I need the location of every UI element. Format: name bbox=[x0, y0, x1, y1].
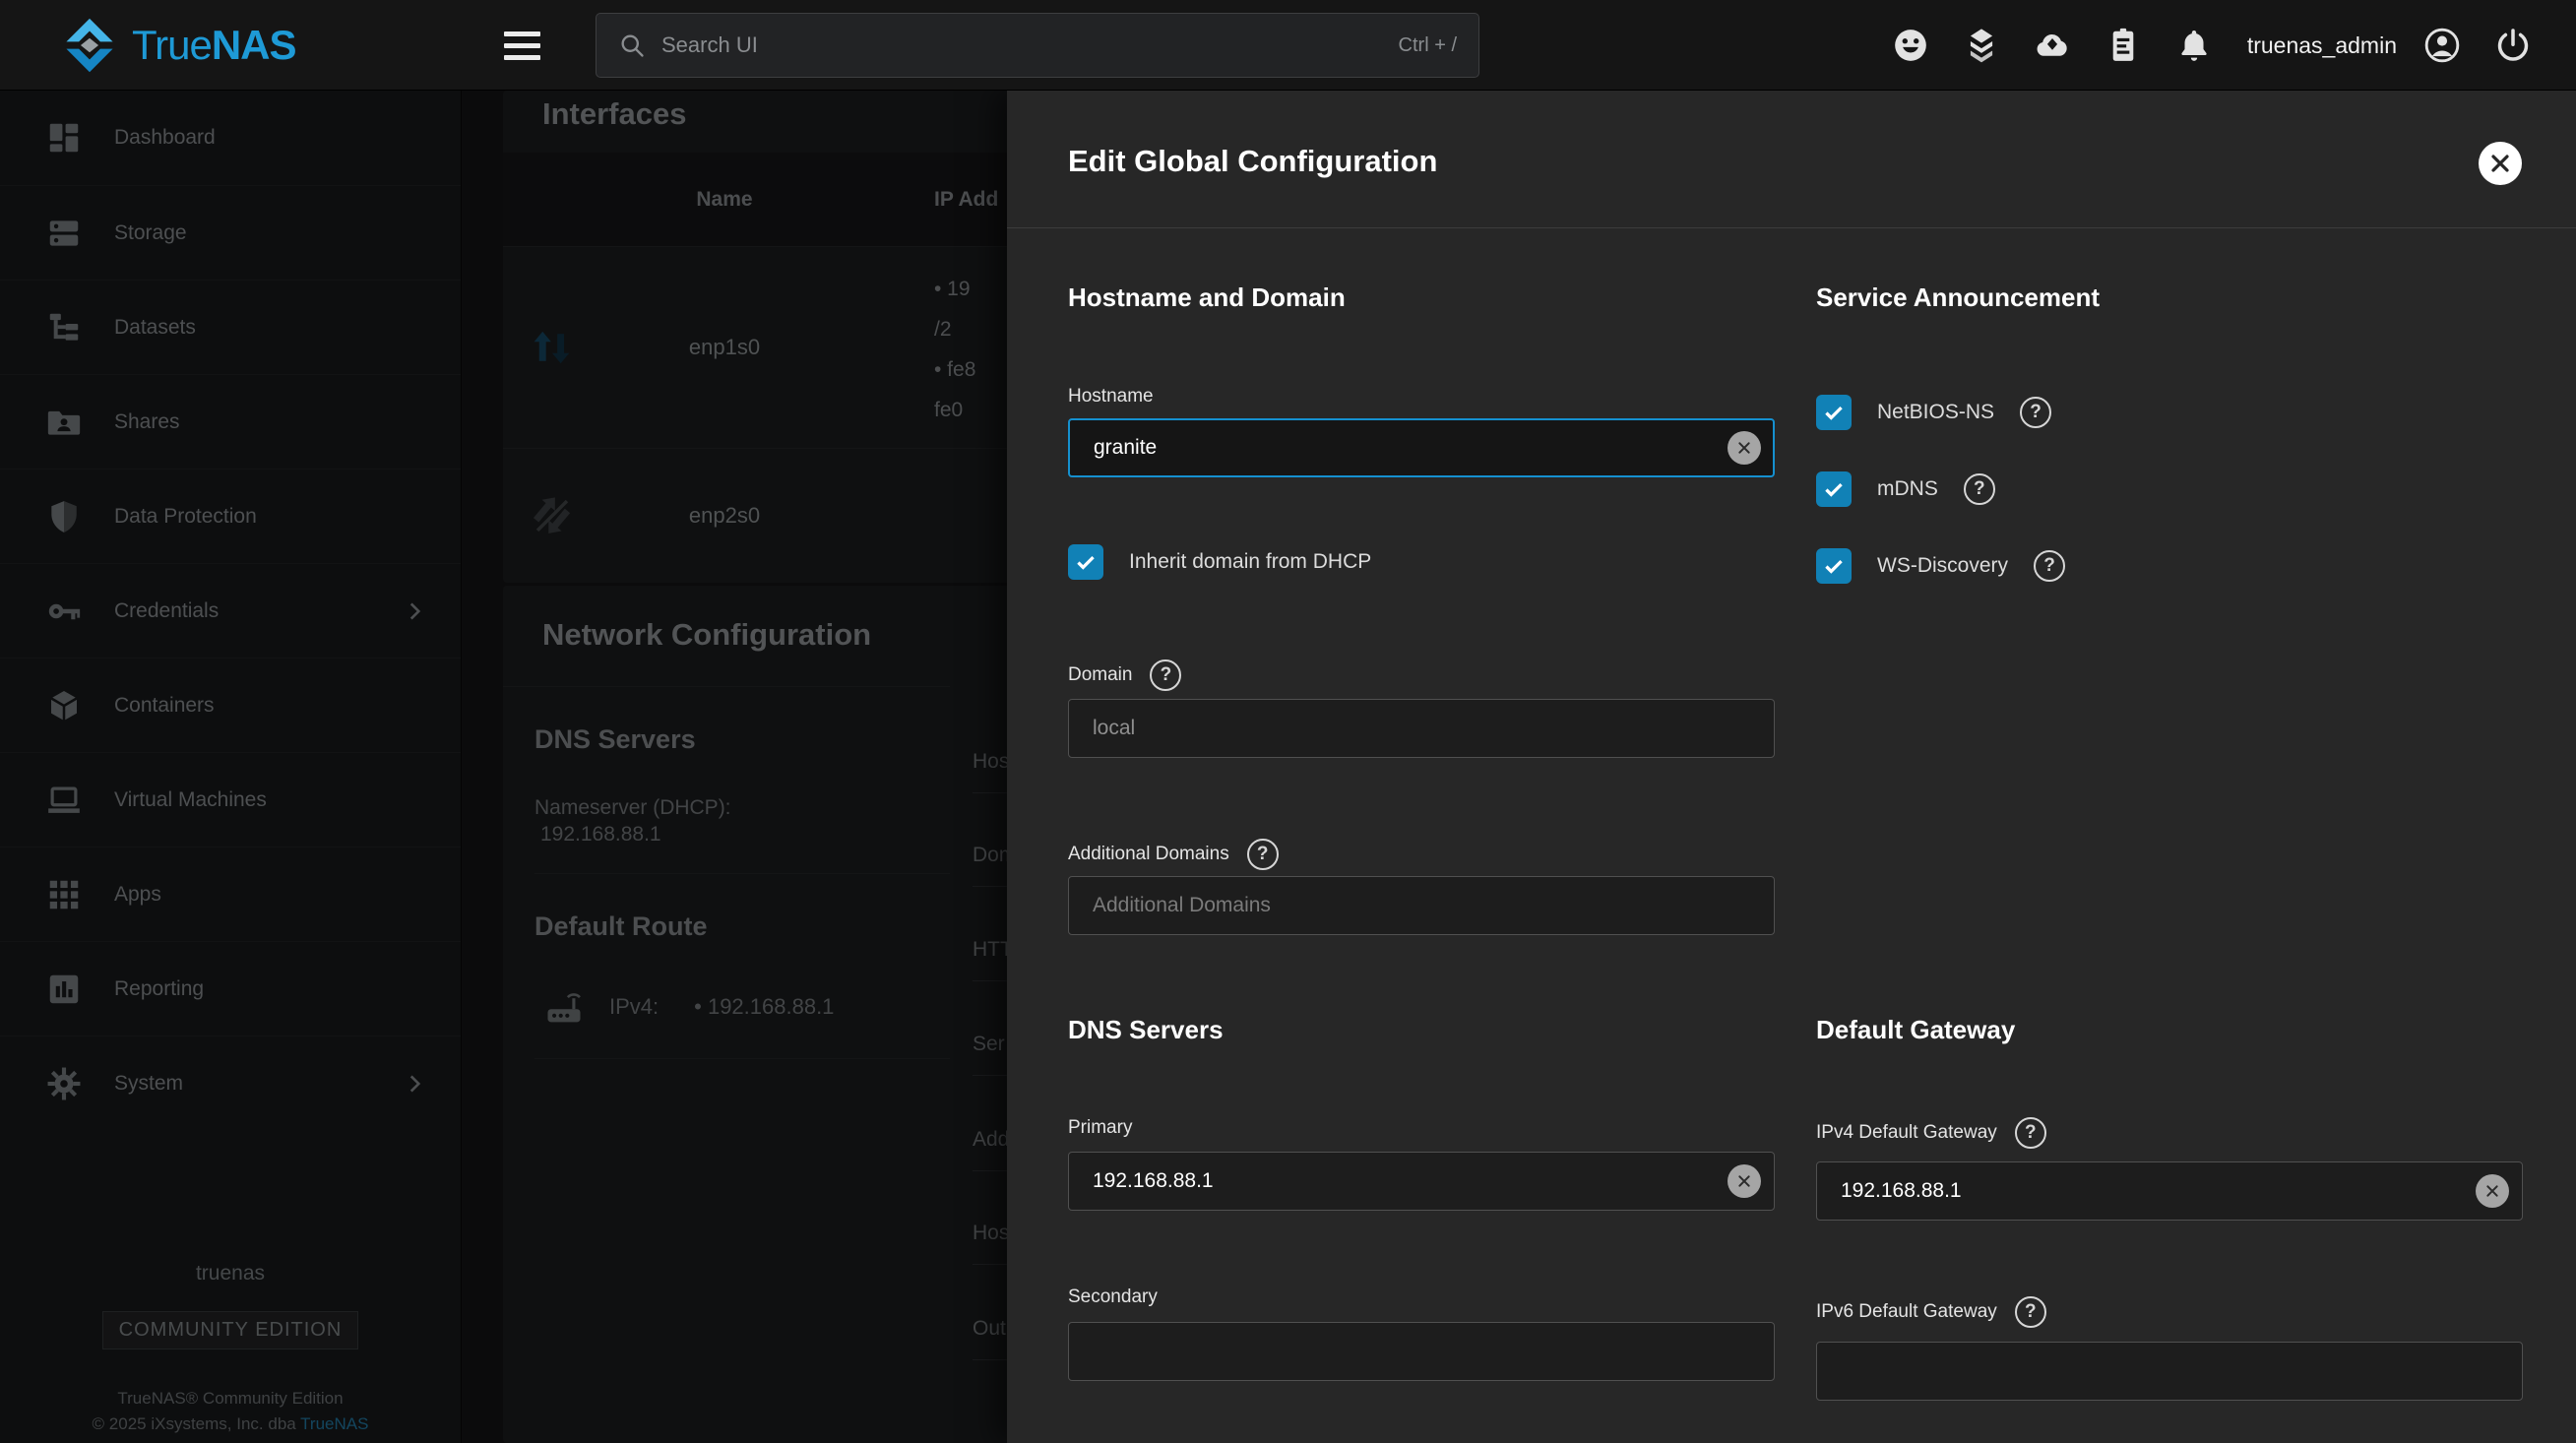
netbios-checkbox[interactable] bbox=[1816, 395, 1852, 430]
truecommand-icon[interactable] bbox=[1962, 26, 2001, 65]
primary-dns-label: Primary bbox=[1068, 1117, 1775, 1139]
help-icon[interactable]: ? bbox=[1150, 659, 1181, 691]
panel-title: Edit Global Configuration bbox=[1068, 144, 1437, 179]
section-dns-servers: DNS Servers Primary Secondary bbox=[1068, 1015, 1775, 1443]
search-icon bbox=[618, 31, 646, 59]
ipv4-gateway-input[interactable] bbox=[1816, 1161, 2523, 1221]
inherit-domain-label[interactable]: Inherit domain from DHCP bbox=[1129, 550, 1371, 574]
primary-dns-input[interactable] bbox=[1068, 1152, 1775, 1211]
search-shortcut: Ctrl + / bbox=[1399, 34, 1457, 57]
help-icon[interactable]: ? bbox=[1247, 839, 1279, 870]
hostname-input[interactable] bbox=[1068, 418, 1775, 477]
username[interactable]: truenas_admin bbox=[2247, 32, 2397, 59]
section-hostname-and-domain: Hostname and Domain Hostname Inherit dom… bbox=[1068, 282, 1775, 1015]
inherit-domain-checkbox[interactable] bbox=[1068, 544, 1103, 580]
netbios-label[interactable]: NetBIOS-NS bbox=[1877, 401, 1994, 424]
clear-ipv4-gateway-icon[interactable] bbox=[2476, 1174, 2509, 1208]
secondary-dns-input[interactable] bbox=[1068, 1322, 1775, 1381]
truenas-logo-icon bbox=[61, 17, 118, 74]
feedback-smiley-icon[interactable] bbox=[1891, 26, 1930, 65]
help-icon[interactable]: ? bbox=[2034, 550, 2065, 582]
account-icon[interactable] bbox=[2422, 26, 2462, 65]
section-title: DNS Servers bbox=[1068, 1015, 1775, 1044]
domain-input[interactable] bbox=[1068, 699, 1775, 758]
clear-hostname-icon[interactable] bbox=[1728, 431, 1761, 465]
ipv4-gateway-label: IPv4 Default Gateway ? bbox=[1816, 1117, 2523, 1149]
mdns-label[interactable]: mDNS bbox=[1877, 477, 1938, 501]
truenas-logo[interactable]: TrueNAS bbox=[61, 0, 296, 91]
hostname-label: Hostname bbox=[1068, 386, 1775, 408]
help-icon[interactable]: ? bbox=[1964, 473, 1995, 505]
panel-header: Edit Global Configuration bbox=[1007, 91, 2576, 228]
help-icon[interactable]: ? bbox=[2020, 397, 2051, 428]
section-default-gateway: Default Gateway IPv4 Default Gateway ? I… bbox=[1816, 1015, 2523, 1443]
ipv6-gateway-label: IPv6 Default Gateway ? bbox=[1816, 1296, 2523, 1328]
power-icon[interactable] bbox=[2493, 26, 2533, 65]
inherit-domain-checkbox-row: Inherit domain from DHCP bbox=[1068, 544, 1775, 580]
wsdiscovery-checkbox[interactable] bbox=[1816, 548, 1852, 584]
section-title: Default Gateway bbox=[1816, 1015, 2523, 1044]
jobs-clipboard-icon[interactable] bbox=[2104, 26, 2143, 65]
section-service-announcement: Service Announcement NetBIOS-NS ? mDNS ?… bbox=[1816, 282, 2523, 1015]
additional-domains-label: Additional Domains ? bbox=[1068, 839, 1775, 870]
edit-global-configuration-panel: Edit Global Configuration Hostname and D… bbox=[1007, 91, 2576, 1443]
wsdiscovery-label[interactable]: WS-Discovery bbox=[1877, 554, 2008, 578]
mdns-checkbox[interactable] bbox=[1816, 471, 1852, 507]
ipv6-gateway-input[interactable] bbox=[1816, 1342, 2523, 1401]
logo-text: TrueNAS bbox=[132, 22, 296, 69]
clear-primary-dns-icon[interactable] bbox=[1728, 1164, 1761, 1198]
additional-domains-input[interactable] bbox=[1068, 876, 1775, 935]
secondary-dns-label: Secondary bbox=[1068, 1286, 1775, 1308]
mdns-checkbox-row: mDNS ? bbox=[1816, 471, 2523, 507]
section-title: Service Announcement bbox=[1816, 282, 2523, 312]
netbios-checkbox-row: NetBIOS-NS ? bbox=[1816, 395, 2523, 430]
topbar-actions: truenas_admin bbox=[1875, 0, 2548, 91]
close-button[interactable] bbox=[2479, 142, 2522, 185]
panel-body: Hostname and Domain Hostname Inherit dom… bbox=[1068, 228, 2523, 1443]
global-search[interactable]: Ctrl + / bbox=[596, 13, 1479, 78]
truenas-app: TrueNAS Ctrl + / bbox=[0, 0, 2576, 1443]
help-icon[interactable]: ? bbox=[2015, 1117, 2046, 1149]
close-icon bbox=[2488, 152, 2512, 175]
search-input[interactable] bbox=[661, 32, 1399, 58]
cloud-icon[interactable] bbox=[2033, 26, 2072, 65]
topbar: TrueNAS Ctrl + / bbox=[0, 0, 2576, 91]
wsdiscovery-checkbox-row: WS-Discovery ? bbox=[1816, 548, 2523, 584]
notifications-bell-icon[interactable] bbox=[2174, 26, 2214, 65]
domain-label: Domain ? bbox=[1068, 659, 1775, 691]
section-title: Hostname and Domain bbox=[1068, 282, 1775, 312]
help-icon[interactable]: ? bbox=[2015, 1296, 2046, 1328]
sidebar-toggle-button[interactable] bbox=[504, 26, 543, 65]
